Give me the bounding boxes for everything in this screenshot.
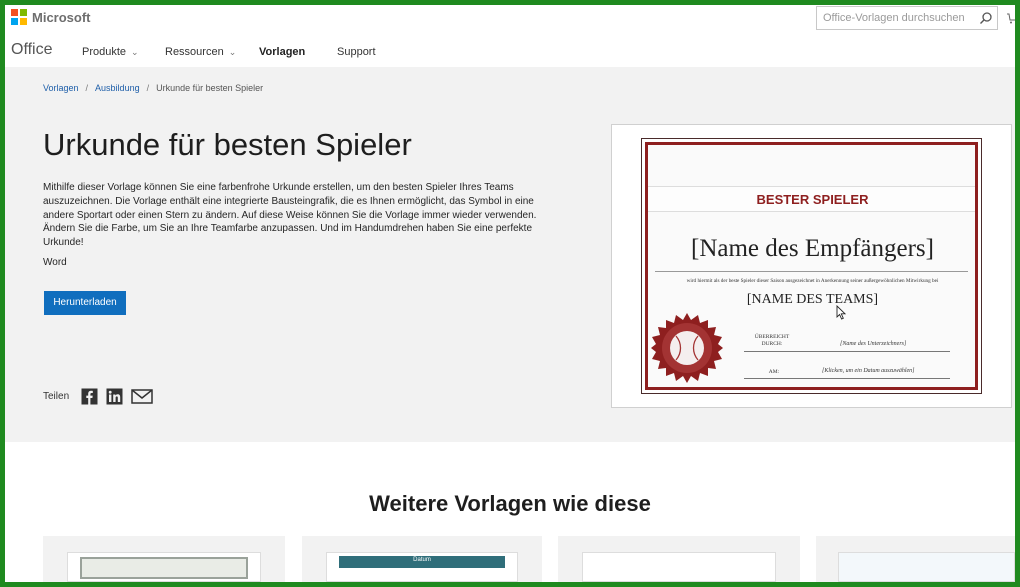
template-preview-image[interactable]: BESTER SPIELER [Name des Empfängers] wir… xyxy=(611,124,1012,408)
nav-item-ressourcen[interactable]: Ressourcen ⌄ xyxy=(165,46,236,58)
nav-item-label: Ressourcen xyxy=(165,46,224,58)
template-thumbnail xyxy=(67,552,261,582)
presented-by-label: ÜBERREICHT DURCH: xyxy=(742,334,802,348)
nav-item-label: Support xyxy=(337,46,376,58)
presented-by-label-line-1: ÜBERREICHT xyxy=(754,334,790,340)
cart-icon[interactable] xyxy=(1007,12,1017,24)
template-thumbnail xyxy=(582,552,776,582)
baseball-seal-icon xyxy=(651,313,723,383)
breadcrumb-link-vorlagen[interactable]: Vorlagen xyxy=(43,83,79,93)
template-description: Mithilfe dieser Vorlage können Sie eine … xyxy=(43,182,537,249)
page-title: Urkunde für besten Spieler xyxy=(43,127,412,162)
template-card[interactable]: Datum xyxy=(302,536,542,582)
certificate-team: [NAME DES TEAMS] xyxy=(746,292,879,307)
office-brand[interactable]: Office xyxy=(11,41,53,59)
breadcrumb-separator: / xyxy=(146,83,150,93)
certificate-recipient: [Name des Empfängers] xyxy=(691,235,934,262)
nav-item-support[interactable]: Support xyxy=(337,46,376,58)
template-card[interactable] xyxy=(816,536,1015,582)
share-row: Teilen xyxy=(43,388,161,405)
breadcrumb-current: Urkunde für besten Spieler xyxy=(156,83,264,93)
breadcrumb-link-ausbildung[interactable]: Ausbildung xyxy=(95,83,140,93)
app-label: Word xyxy=(43,257,67,268)
signer-name: [Name des Unterzeichners] xyxy=(840,341,907,347)
date-label: AM: xyxy=(768,369,780,375)
certificate-citation: wird hiermit als der beste Spieler diese… xyxy=(686,278,939,284)
certificate-heading: BESTER SPIELER xyxy=(756,192,869,207)
linkedin-icon[interactable] xyxy=(106,388,123,405)
nav-item-vorlagen[interactable]: Vorlagen xyxy=(259,46,305,58)
more-templates-section: Weitere Vorlagen wie diese Datum xyxy=(5,442,1015,582)
presented-by-label-line-2: DURCH: xyxy=(761,341,783,347)
template-thumbnail: Datum xyxy=(326,552,518,582)
chevron-down-icon: ⌄ xyxy=(131,46,139,57)
chevron-down-icon: ⌄ xyxy=(228,46,237,57)
search-input[interactable] xyxy=(817,7,975,29)
date-line xyxy=(744,378,950,379)
template-card[interactable] xyxy=(558,536,800,582)
more-templates-title: Weitere Vorlagen wie diese xyxy=(369,491,651,516)
microsoft-logo-icon xyxy=(11,9,27,25)
signature-line xyxy=(744,351,950,352)
magnifier-icon[interactable] xyxy=(979,11,993,25)
nav-item-label: Produkte xyxy=(82,46,127,58)
search-box[interactable] xyxy=(816,6,998,30)
microsoft-brand-text: Microsoft xyxy=(32,9,91,25)
microsoft-logo[interactable]: Microsoft xyxy=(11,9,91,25)
date-value: [Klicken, um ein Datum auszuwählen] xyxy=(822,368,915,374)
breadcrumb-separator: / xyxy=(85,83,89,93)
main-nav: Office Produkte ⌄ Ressourcen ⌄ Vorlagen Su… xyxy=(5,35,1015,67)
mouse-cursor-icon xyxy=(836,305,846,320)
nav-item-produkte[interactable]: Produkte ⌄ xyxy=(82,46,139,58)
template-thumbnail xyxy=(838,552,1015,582)
template-hero: Vorlagen / Ausbildung / Urkunde für best… xyxy=(5,67,1015,442)
facebook-icon[interactable] xyxy=(81,388,98,405)
template-card[interactable] xyxy=(43,536,285,582)
thumbnail-label: Datum xyxy=(413,557,431,563)
certificate-divider xyxy=(655,271,968,272)
download-button[interactable]: Herunterladen xyxy=(44,291,126,315)
breadcrumb: Vorlagen / Ausbildung / Urkunde für best… xyxy=(43,83,263,93)
share-label: Teilen xyxy=(43,391,70,402)
top-bar: Microsoft xyxy=(5,5,1017,35)
nav-item-label: Vorlagen xyxy=(259,46,306,58)
email-icon[interactable] xyxy=(131,388,153,405)
